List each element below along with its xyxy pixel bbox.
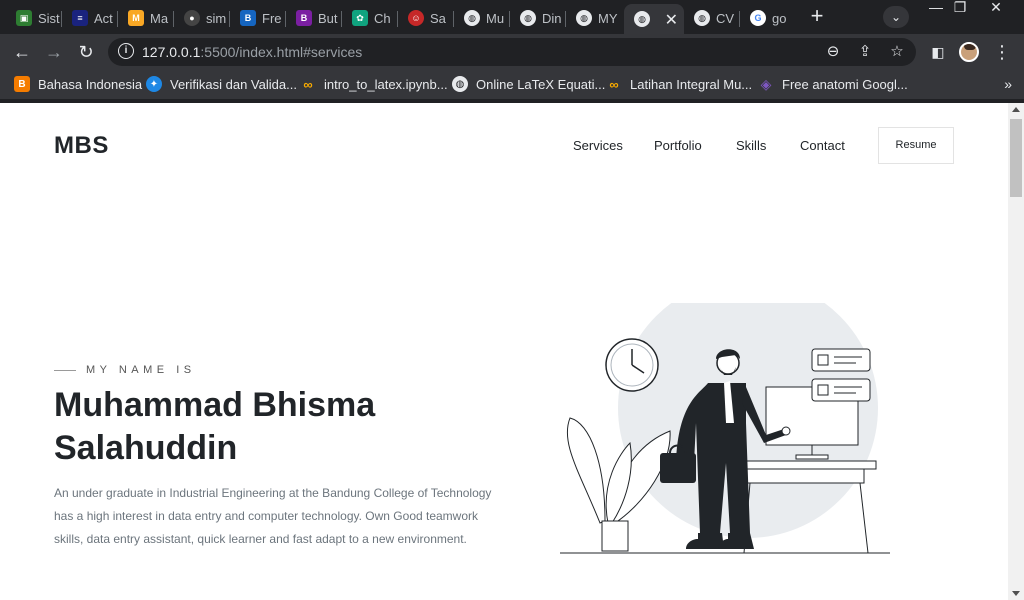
resume-button[interactable]: Resume: [878, 127, 954, 164]
globe-icon: ◍: [520, 10, 536, 26]
tab-13[interactable]: Ggo: [740, 4, 796, 32]
tab-6[interactable]: ✿ Ch: [342, 4, 398, 32]
tab-7[interactable]: ☺ Sa: [398, 4, 454, 32]
eyebrow: MY NAME IS: [54, 364, 196, 376]
kominfo-icon: ≡: [72, 10, 88, 26]
app-icon: ▣: [16, 10, 32, 26]
menu-kebab-icon[interactable]: ⋮: [990, 41, 1014, 63]
globe-icon: ◍: [452, 76, 468, 92]
share-icon[interactable]: ⇪: [856, 43, 874, 61]
avatar-icon: ☺: [408, 10, 424, 26]
tab-strip: ▣ Sist ≡ Act M Ma ● sim B Fre B But ✿ Ch ☺ Sa ◍ M…: [0, 0, 1024, 34]
tab-1[interactable]: ≡ Act: [62, 4, 118, 32]
tab-4[interactable]: B Fre: [230, 4, 286, 32]
reload-button[interactable]: ↻: [74, 41, 98, 63]
m-app-icon: M: [128, 10, 144, 26]
web-page: MBS Services Portfolio Skills Contact Re…: [0, 103, 1008, 600]
bookmarks-bar: B Bahasa Indonesia ✦ Verifikasi dan Valida…: [0, 70, 1024, 100]
bookmark-star-icon[interactable]: ☆: [888, 43, 906, 61]
bookmark-item[interactable]: ✦ Verifikasi dan Valida...: [146, 76, 297, 92]
globe-icon: ◍: [464, 10, 480, 26]
tab-5[interactable]: B But: [286, 4, 342, 32]
tab-10[interactable]: ◍ MY: [566, 4, 624, 32]
zoom-icon[interactable]: ⊖: [824, 43, 842, 61]
scroll-down-arrow-icon[interactable]: [1012, 591, 1020, 596]
tab-2[interactable]: M Ma: [118, 4, 174, 32]
tab-active[interactable]: ◍ ✕: [624, 4, 684, 34]
blogger-icon: B: [14, 76, 30, 92]
back-button[interactable]: ←: [10, 41, 34, 63]
close-tab-icon[interactable]: ✕: [665, 10, 678, 30]
tab-search-button[interactable]: ⌄: [883, 6, 909, 28]
globe-icon: ◍: [694, 10, 710, 26]
hero-name: Muhammad Bhisma Salahuddin: [54, 386, 376, 467]
site-info-icon[interactable]: i: [118, 43, 134, 59]
chatgpt-icon: ✿: [352, 10, 368, 26]
tab-8[interactable]: ◍ Mu: [454, 4, 510, 32]
page-scrollbar[interactable]: [1008, 103, 1024, 600]
github-icon: ●: [184, 10, 200, 26]
nav-portfolio[interactable]: Portfolio: [654, 138, 702, 153]
google-icon: G: [750, 10, 766, 26]
nav-services[interactable]: Services: [573, 138, 623, 153]
new-tab-button[interactable]: +: [806, 5, 828, 28]
bookmark-item[interactable]: ◈ Free anatomi Googl...: [758, 76, 908, 92]
address-bar[interactable]: i 127.0.0.1:5500/index.html#services ⊖ ⇪…: [108, 38, 916, 66]
globe-icon: ◍: [634, 11, 650, 27]
colab-icon: ∞: [609, 76, 619, 92]
restore-button[interactable]: ❐: [944, 0, 976, 16]
tab-0[interactable]: ▣ Sist: [6, 4, 62, 32]
tab-12[interactable]: ◍ CV: [684, 4, 740, 32]
site-logo[interactable]: MBS: [54, 132, 109, 160]
hero-description: An under graduate in Industrial Engineer…: [54, 486, 492, 546]
bookmark-item[interactable]: B Bahasa Indonesia: [14, 76, 142, 92]
url-text[interactable]: 127.0.0.1:5500/index.html#services: [142, 44, 362, 60]
bootstrap-icon: B: [240, 10, 256, 26]
tab-9[interactable]: ◍ Din: [510, 4, 566, 32]
hero-illustration: [560, 303, 890, 554]
forward-button[interactable]: →: [42, 41, 66, 63]
browser-chrome: ▣ Sist ≡ Act M Ma ● sim B Fre B But ✿ Ch ☺ Sa ◍ M…: [0, 0, 1024, 103]
bookmark-item[interactable]: ∞ intro_to_latex.ipynb...: [300, 76, 447, 92]
profile-avatar[interactable]: [959, 42, 979, 62]
tab-3[interactable]: ● sim: [174, 4, 230, 32]
slides-icon: ◈: [760, 75, 772, 92]
bootstrap-icon: B: [296, 10, 312, 26]
wall-clock-icon: [605, 338, 659, 392]
nav-skills[interactable]: Skills: [736, 138, 766, 153]
nav-contact[interactable]: Contact: [800, 138, 845, 153]
scroll-up-arrow-icon[interactable]: [1012, 107, 1020, 112]
side-panel-icon[interactable]: ◧: [926, 41, 950, 63]
colab-icon: ∞: [303, 76, 313, 92]
close-window-button[interactable]: ✕: [980, 0, 1012, 16]
bookmark-item[interactable]: ∞ Latihan Integral Mu...: [606, 76, 752, 92]
bookmarks-overflow-icon[interactable]: »: [1004, 76, 1012, 92]
kemdikbud-icon: ✦: [146, 76, 162, 92]
bookmark-item[interactable]: ◍ Online LaTeX Equati...: [452, 76, 605, 92]
globe-icon: ◍: [576, 10, 592, 26]
scroll-thumb[interactable]: [1010, 119, 1022, 197]
toolbar: ← → ↻ i 127.0.0.1:5500/index.html#servic…: [0, 34, 1024, 70]
eyebrow-line: [54, 369, 76, 371]
